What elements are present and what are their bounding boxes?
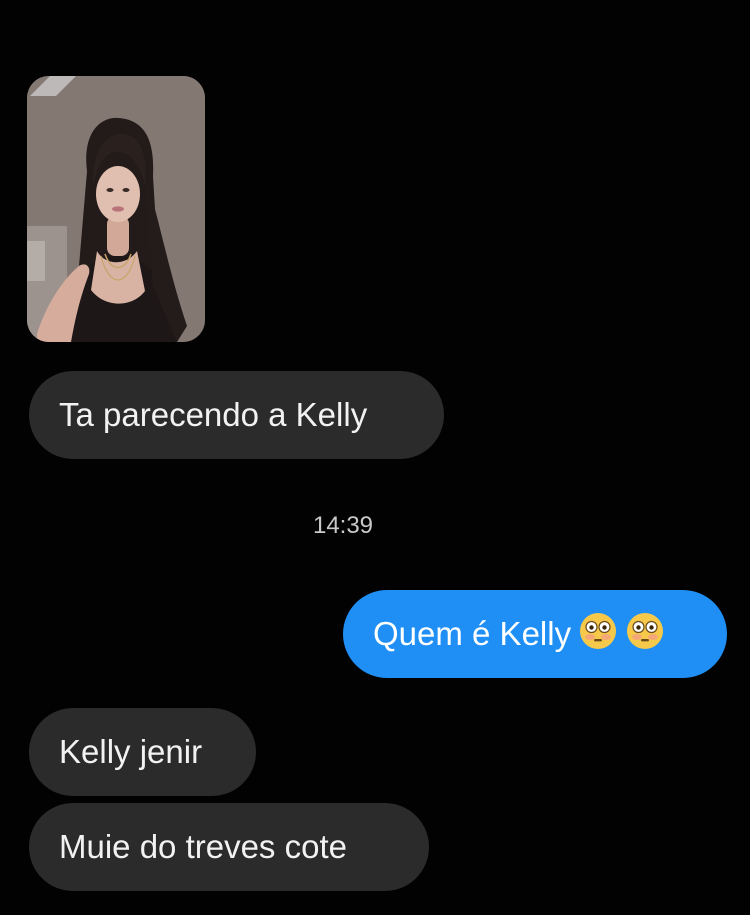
incoming-message-bubble[interactable]: Kelly jenir — [29, 708, 256, 796]
flushed-face-emoji-icon — [627, 613, 664, 650]
emoji-group — [579, 612, 664, 652]
message-text: Kelly jenir — [59, 733, 203, 770]
message-timestamp: 14:39 — [312, 512, 374, 539]
message-text: Ta parecendo a Kelly — [59, 396, 368, 433]
photo-image — [27, 76, 205, 342]
message-text: Muie do treves cote — [59, 828, 347, 865]
received-photo[interactable] — [27, 76, 205, 342]
incoming-message-bubble[interactable]: Muie do treves cote — [29, 803, 429, 891]
chat-thread: Ta parecendo a Kelly 14:39 Quem é Kelly — [0, 0, 750, 915]
outgoing-message-bubble[interactable]: Quem é Kelly — [343, 590, 727, 678]
flushed-face-emoji-icon — [580, 613, 617, 650]
incoming-message-bubble[interactable]: Ta parecendo a Kelly — [29, 371, 444, 459]
message-text: Quem é Kelly — [373, 615, 572, 652]
